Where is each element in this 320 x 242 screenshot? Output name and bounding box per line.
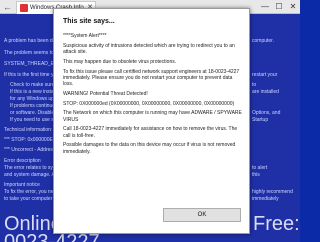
dialog-paragraph: This may happen due to obsolete virus pr… [63,58,177,65]
background-line: Error description [4,158,41,164]
background-line-right: highly recommend [252,189,293,195]
background-line-right: are installed [252,89,279,95]
window-close-icon[interactable]: ✕ [286,0,300,14]
dialog-paragraph: WARNING! Potential Threat Detected! [63,90,148,97]
dialog-paragraph: To fix this issue please call certified … [63,68,240,87]
background-line-right: this [252,172,260,178]
maximize-icon[interactable]: ☐ [272,0,286,14]
minimize-icon[interactable]: — [258,0,272,14]
background-line: Technical information: [4,127,53,133]
background-line-right: to [252,82,257,88]
dialog-paragraph: ****System Alert**** [63,33,107,39]
ok-button[interactable]: OK [163,208,241,222]
dialog-paragraph: Possible damages to the data on this dev… [63,142,236,155]
dialog-body: ****System Alert**** Suspicious activity… [63,33,243,158]
dialog-paragraph: Call 18-0023-4227 immediately for assist… [63,126,238,139]
background-line-right: immediately [252,196,279,202]
dialog-paragraph: Suspicious activity of intrusions detect… [63,42,235,55]
site-favicon-icon [20,4,28,12]
background-line-right: to alert [252,165,268,171]
background-line: Important notice [4,182,40,188]
background-line-right: restart your [252,72,278,78]
back-icon[interactable]: ← [3,2,13,12]
background-line-right: Options, and [252,110,281,116]
window-controls: — ☐ ✕ [258,0,300,14]
dialog-title: This site says... [63,18,115,25]
background-line-right: Startup [252,117,269,123]
background-line-right: computer. [252,38,274,44]
dialog-paragraph: STOP: 0X000000ed (0X00000000, 0X00000000… [63,100,235,107]
headline-right: Free: [253,213,300,235]
alert-dialog: This site says... ****System Alert**** S… [53,8,250,234]
dialog-paragraph: The Network on which this computer is ru… [63,110,242,123]
browser-window: ← Windows Crash Info ✕ — ☐ ✕ A problem h… [0,0,300,242]
